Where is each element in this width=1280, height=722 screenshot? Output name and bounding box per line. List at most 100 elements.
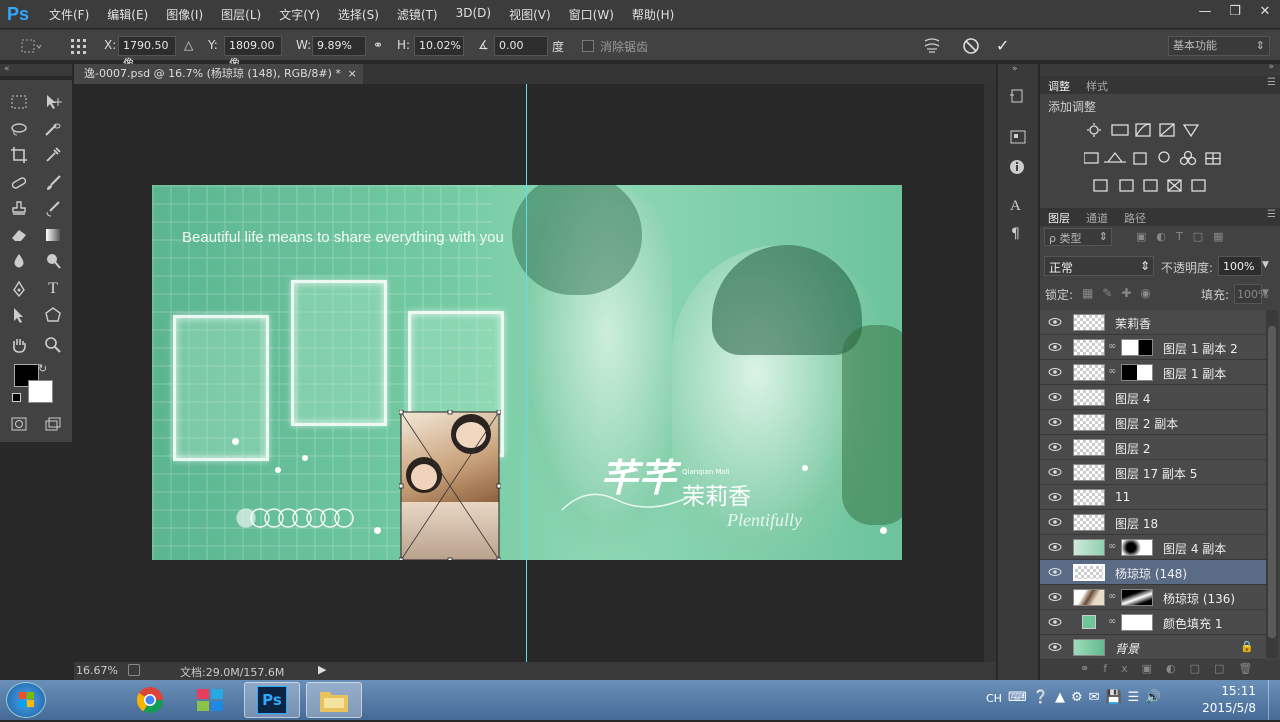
- panel-menu-icon[interactable]: ☰: [1267, 77, 1276, 88]
- height-field[interactable]: 10.02%: [414, 36, 464, 56]
- fill-dropdown-icon[interactable]: ▼: [1262, 284, 1274, 304]
- layer-mask-thumbnail[interactable]: [1121, 614, 1153, 631]
- default-colors-icon[interactable]: [12, 393, 21, 402]
- show-desktop-button[interactable]: [1268, 680, 1280, 720]
- status-menu-arrow-icon[interactable]: ▶: [318, 663, 326, 676]
- menu-item[interactable]: 文件(F): [40, 6, 98, 23]
- layer-filter-icons[interactable]: ▣◐T□▦: [1136, 230, 1234, 243]
- quick-mask-icon[interactable]: [6, 412, 32, 436]
- clock-time[interactable]: 15:11: [1204, 684, 1256, 698]
- menu-item[interactable]: 文字(Y): [270, 6, 329, 23]
- paragraph-panel-icon[interactable]: ¶: [1011, 226, 1020, 242]
- layer-filter-select[interactable]: ρ 类型 ⇕: [1044, 228, 1112, 246]
- visibility-eye-icon[interactable]: [1048, 416, 1062, 428]
- visibility-eye-icon[interactable]: [1048, 516, 1062, 528]
- hand-tool-icon[interactable]: [6, 333, 32, 357]
- dodge-tool-icon[interactable]: [40, 249, 66, 273]
- cancel-transform-icon[interactable]: [962, 37, 980, 58]
- fill-color-swatch[interactable]: [1082, 615, 1096, 629]
- visibility-eye-icon[interactable]: [1048, 366, 1062, 378]
- document-tab[interactable]: 逸-0007.psd @ 16.7% (杨琼琼 (148), RGB/8#) *…: [74, 64, 363, 84]
- menu-item[interactable]: 3D(D): [447, 6, 500, 23]
- warp-icon[interactable]: [922, 37, 942, 58]
- layer-row[interactable]: ∞ 杨琼琼 (136): [1040, 585, 1266, 610]
- start-button[interactable]: [6, 682, 46, 718]
- properties-panel-icon[interactable]: [1008, 128, 1028, 149]
- layer-mask-thumbnail[interactable]: [1121, 339, 1153, 356]
- vertical-scrollbar[interactable]: [984, 84, 996, 662]
- tab-styles[interactable]: 样式: [1086, 78, 1108, 94]
- visibility-eye-icon[interactable]: [1048, 466, 1062, 478]
- layer-row[interactable]: 图层 2 副本: [1040, 410, 1266, 435]
- clone-stamp-tool-icon[interactable]: [6, 197, 32, 221]
- gradient-tool-icon[interactable]: [40, 223, 66, 247]
- minimize-button[interactable]: —: [1190, 0, 1220, 22]
- layer-mask-thumbnail[interactable]: [1121, 539, 1153, 556]
- layer-row[interactable]: ∞ 图层 1 副本: [1040, 360, 1266, 385]
- shape-tool-icon[interactable]: [40, 303, 66, 327]
- brush-tool-icon[interactable]: [40, 171, 66, 195]
- screen-mode-icon[interactable]: [40, 412, 66, 436]
- antialias-checkbox[interactable]: [582, 40, 594, 52]
- visibility-eye-icon[interactable]: [1048, 491, 1062, 503]
- menu-item[interactable]: 编辑(E): [98, 6, 157, 23]
- marquee-tool-icon[interactable]: [6, 90, 32, 114]
- blur-tool-icon[interactable]: [6, 249, 32, 273]
- close-tab-icon[interactable]: ×: [348, 64, 357, 84]
- layers-menu-icon[interactable]: ☰: [1267, 209, 1276, 220]
- y-field[interactable]: 1809.00 像: [224, 36, 282, 70]
- commit-transform-icon[interactable]: ✓: [996, 36, 1009, 55]
- workspace-select[interactable]: 基本功能 ⇕: [1168, 36, 1270, 56]
- visibility-eye-icon[interactable]: [1048, 616, 1062, 628]
- clock-date[interactable]: 2015/5/8: [1196, 701, 1256, 715]
- menu-item[interactable]: 选择(S): [329, 6, 388, 23]
- chrome-app-icon[interactable]: [122, 682, 178, 718]
- pen-tool-icon[interactable]: [6, 277, 32, 301]
- layer-row[interactable]: ∞ 颜色填充 1: [1040, 610, 1266, 635]
- path-selection-tool-icon[interactable]: [6, 303, 32, 327]
- crop-tool-icon[interactable]: [6, 143, 32, 167]
- tab-adjustments[interactable]: 调整: [1048, 78, 1070, 94]
- delta-icon[interactable]: △: [184, 38, 193, 52]
- healing-brush-tool-icon[interactable]: [6, 171, 32, 195]
- visibility-eye-icon[interactable]: [1048, 316, 1062, 328]
- tab-channels[interactable]: 通道: [1086, 210, 1108, 226]
- layer-row-selected[interactable]: 杨琼琼 (148): [1040, 560, 1266, 585]
- artwork-canvas[interactable]: Beautiful life means to share everything…: [152, 185, 902, 560]
- history-panel-icon[interactable]: [1008, 88, 1028, 109]
- visibility-eye-icon[interactable]: [1048, 441, 1062, 453]
- link-icon[interactable]: ⚭: [373, 38, 383, 52]
- visibility-eye-icon[interactable]: [1048, 591, 1062, 603]
- visibility-eye-icon[interactable]: [1048, 641, 1062, 653]
- tab-layers[interactable]: 图层: [1048, 210, 1070, 226]
- layer-row[interactable]: 图层 4: [1040, 385, 1266, 410]
- menu-item[interactable]: 图层(L): [212, 6, 270, 23]
- close-button[interactable]: ✕: [1250, 0, 1280, 22]
- eraser-tool-icon[interactable]: [6, 223, 32, 247]
- eyedropper-tool-icon[interactable]: [40, 143, 66, 167]
- layer-row[interactable]: ∞ 图层 1 副本 2: [1040, 335, 1266, 360]
- layer-row[interactable]: ∞ 图层 4 副本: [1040, 535, 1266, 560]
- type-tool-icon[interactable]: T: [40, 277, 66, 301]
- status-export-icon[interactable]: [128, 664, 140, 676]
- zoom-level[interactable]: 16.67%: [76, 664, 118, 677]
- lock-icons[interactable]: ▦✎✚◉: [1082, 286, 1160, 300]
- photoshop-taskbar-icon[interactable]: Ps: [244, 682, 300, 718]
- layer-mask-thumbnail[interactable]: [1121, 364, 1153, 381]
- menu-item[interactable]: 视图(V): [500, 6, 560, 23]
- menu-item[interactable]: 图像(I): [157, 6, 212, 23]
- toolbar-collapse-icon[interactable]: «: [0, 64, 72, 76]
- angle-field[interactable]: 0.00: [494, 36, 548, 56]
- tray-icons[interactable]: ⌨❔▲⚙✉💾☰🔊: [1008, 690, 1168, 705]
- menu-item[interactable]: 窗口(W): [560, 6, 623, 23]
- file-explorer-icon[interactable]: [306, 682, 362, 718]
- character-panel-icon[interactable]: A: [1010, 198, 1021, 215]
- tab-paths[interactable]: 路径: [1124, 210, 1146, 226]
- info-panel-icon[interactable]: [1008, 158, 1028, 179]
- lasso-tool-icon[interactable]: [6, 117, 32, 141]
- zoom-tool-icon[interactable]: [40, 333, 66, 357]
- menu-item[interactable]: 帮助(H): [623, 6, 683, 23]
- menu-item[interactable]: 滤镜(T): [388, 6, 447, 23]
- transform-bounding-box[interactable]: [399, 410, 501, 560]
- visibility-eye-icon[interactable]: [1048, 391, 1062, 403]
